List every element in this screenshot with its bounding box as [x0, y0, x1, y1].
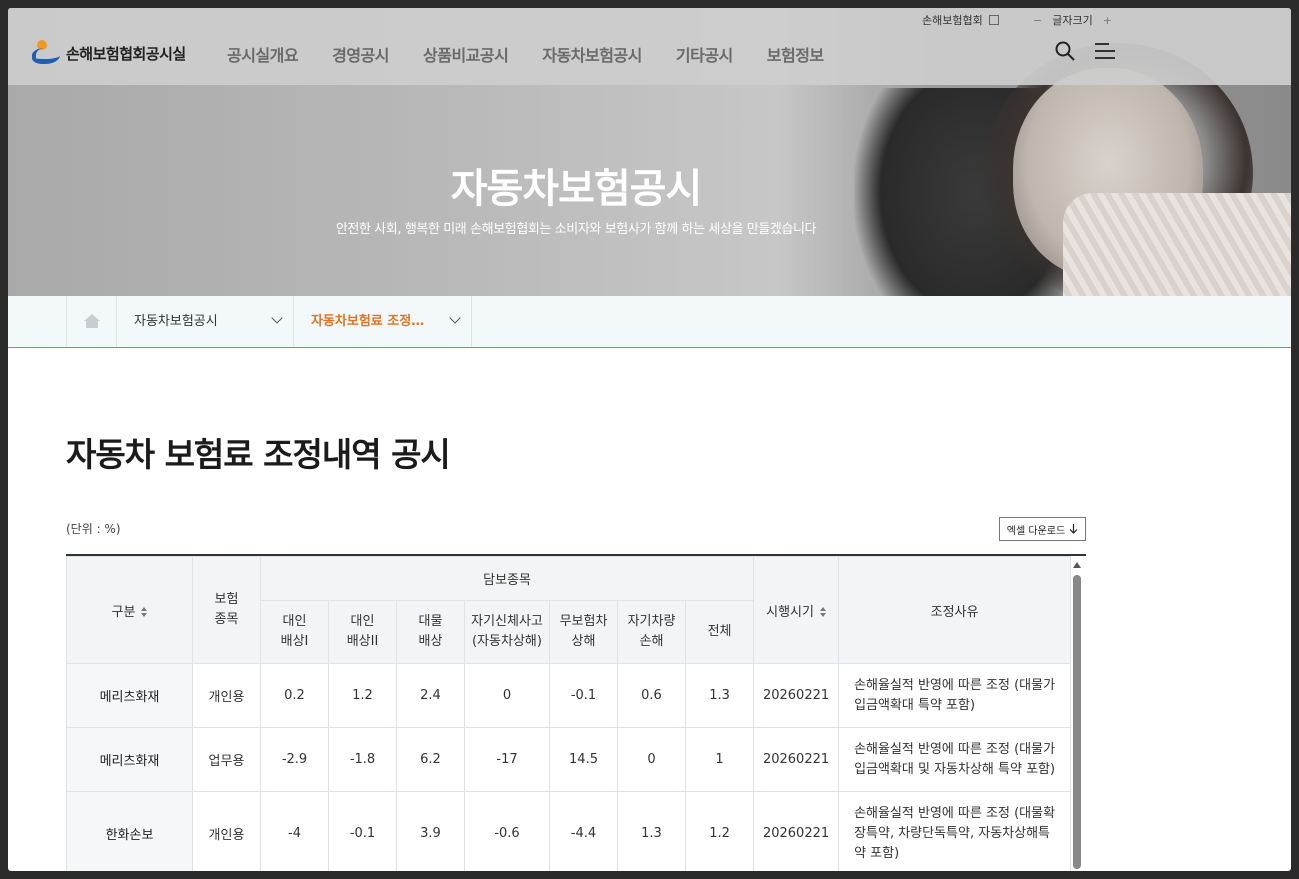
header-reason: 조정사유 [838, 556, 1072, 664]
hero-title: 자동차보험공시 [450, 166, 703, 212]
cell-bodily2: -0.1 [328, 791, 397, 871]
header-total: 전체 [684, 600, 755, 664]
cell-self-injury: -17 [464, 727, 550, 792]
sort-icon[interactable] [141, 607, 148, 617]
header-coverage-group: 담보종목 [259, 556, 755, 601]
header-uninsured: 무보험차 상해 [549, 600, 618, 664]
cell-uninsured: -0.1 [549, 663, 618, 728]
cell-effective-date: 20260221 [753, 791, 840, 871]
breadcrumb-level1-label: 자동차보험공시 [134, 314, 218, 329]
logo-icon [32, 40, 62, 66]
cell-effective-date: 20260221 [753, 663, 840, 728]
main-nav: 공시실개요 경영공시 상품비교공시 자동차보험공시 기타공시 보험정보 [227, 42, 858, 66]
header-bodily2: 대인 배상II [328, 600, 397, 664]
search-icon[interactable] [1055, 41, 1075, 61]
download-icon [1069, 524, 1078, 534]
cell-uninsured: -4.4 [549, 791, 618, 871]
cell-bodily1: -4 [260, 791, 329, 871]
header-bar: 손해보험협회 − 글자크기 + 손해보험협회공시실 공시실개요 경영공시 상품비교공… [8, 8, 1291, 85]
nav-item-overview[interactable]: 공시실개요 [227, 42, 299, 66]
cell-reason: 손해율실적 반영에 따른 조정 (대물확장특약, 차량단독특약, 자동차상해특약… [838, 791, 1072, 871]
cell-reason: 손해율실적 반영에 따른 조정 (대물가입금액확대 특약 포함) [838, 663, 1072, 728]
cell-uninsured: 14.5 [549, 727, 618, 792]
page-title: 자동차 보험료 조정내역 공시 [66, 435, 451, 474]
rate-table-container: 구분 보험 종목 담보종목 시행시기 조정사유 대인 배상I 대인 배상II 대물 배상… [66, 554, 1086, 871]
font-decrease-button[interactable]: − [1033, 14, 1042, 27]
cell-company: 메리츠화재 [66, 663, 193, 728]
breadcrumb-dropdown-level2[interactable]: 자동차보험료 조정… [294, 296, 472, 347]
nav-item-auto-insurance[interactable]: 자동차보험공시 [542, 42, 642, 66]
cell-effective-date: 20260221 [753, 727, 840, 792]
cell-reason: 손해율실적 반영에 따른 조정 (대물가입금액확대 및 자동차상해 특약 포함) [838, 727, 1072, 792]
cell-own-vehicle: 0.6 [617, 663, 686, 728]
font-increase-button[interactable]: + [1103, 14, 1112, 27]
table-row: 한화손보 개인용 -4 -0.1 3.9 -0.6 -4.4 1.3 1.2 2… [66, 791, 1072, 871]
cell-self-injury: 0 [464, 663, 550, 728]
header-self-injury: 자기신체사고 (자동차상해) [464, 600, 550, 664]
nav-item-management[interactable]: 경영공시 [332, 42, 389, 66]
menu-icon[interactable] [1095, 43, 1115, 59]
cell-bodily2: 1.2 [328, 663, 397, 728]
scroll-up-icon[interactable] [1073, 562, 1081, 568]
font-size-label: 글자크기 [1052, 14, 1093, 27]
chevron-down-icon [449, 312, 461, 324]
excel-download-button[interactable]: 엑셀 다운로드 [999, 517, 1086, 541]
cell-own-vehicle: 1.3 [617, 791, 686, 871]
header-own-vehicle: 자기차량 손해 [617, 600, 686, 664]
chevron-down-icon [271, 312, 283, 324]
breadcrumb: 자동차보험공시 자동차보험료 조정… [8, 296, 1291, 348]
header-kind: 보험 종목 [192, 556, 261, 664]
breadcrumb-level2-label: 자동차보험료 조정… [311, 314, 425, 329]
cell-own-vehicle: 0 [617, 727, 686, 792]
cell-bodily1: 0.2 [260, 663, 329, 728]
cell-bodily2: -1.8 [328, 727, 397, 792]
cell-kind: 개인용 [192, 791, 261, 871]
logo-text: 손해보험협회공시실 [66, 44, 186, 63]
table-row: 메리츠화재 개인용 0.2 1.2 2.4 0 -0.1 0.6 1.3 202… [66, 663, 1072, 728]
unit-label: (단위 : %) [66, 522, 121, 536]
site-logo[interactable]: 손해보험협회공시실 [32, 40, 186, 66]
header-property: 대물 배상 [396, 600, 465, 664]
hero-subtitle: 안전한 사회, 행복한 미래 손해보험협회는 소비자와 보험사가 함께 하는 세… [335, 222, 817, 237]
header-division[interactable]: 구분 [66, 556, 193, 664]
cell-kind: 업무용 [192, 727, 261, 792]
cell-total: 1 [684, 727, 755, 792]
nav-item-other[interactable]: 기타공시 [676, 42, 733, 66]
cell-property: 6.2 [396, 727, 465, 792]
table-row: 메리츠화재 업무용 -2.9 -1.8 6.2 -17 14.5 0 1 202… [66, 727, 1072, 792]
cell-total: 1.2 [684, 791, 755, 871]
nav-item-product-compare[interactable]: 상품비교공시 [423, 42, 509, 66]
cell-company: 한화손보 [66, 791, 193, 871]
cell-self-injury: -0.6 [464, 791, 550, 871]
cell-property: 2.4 [396, 663, 465, 728]
sort-icon[interactable] [819, 607, 826, 617]
cell-bodily1: -2.9 [260, 727, 329, 792]
rate-table: 구분 보험 종목 담보종목 시행시기 조정사유 대인 배상I 대인 배상II 대물 배상… [66, 556, 1072, 871]
scrollbar-thumb[interactable] [1073, 575, 1081, 869]
font-size-control: − 글자크기 + [1033, 12, 1112, 28]
excel-download-label: 엑셀 다운로드 [1006, 525, 1066, 537]
cell-company: 메리츠화재 [66, 727, 193, 792]
browser-viewport: 손해보험협회 − 글자크기 + 손해보험협회공시실 공시실개요 경영공시 상품비교공… [8, 8, 1291, 871]
header-bodily1: 대인 배상I [260, 600, 329, 664]
association-link-label: 손해보험협회 [922, 14, 983, 27]
external-link-icon [988, 15, 999, 25]
table-scrollbar[interactable] [1072, 558, 1082, 871]
cell-kind: 개인용 [192, 663, 261, 728]
cell-total: 1.3 [684, 663, 755, 728]
nav-item-insurance-info[interactable]: 보험정보 [767, 42, 824, 66]
cell-property: 3.9 [396, 791, 465, 871]
home-button[interactable] [66, 296, 117, 347]
hero-banner: 손해보험협회 − 글자크기 + 손해보험협회공시실 공시실개요 경영공시 상품비교공… [8, 8, 1291, 296]
header-effective-date[interactable]: 시행시기 [753, 556, 840, 664]
home-icon [84, 314, 100, 328]
association-link[interactable]: 손해보험협회 [922, 12, 999, 28]
breadcrumb-dropdown-level1[interactable]: 자동차보험공시 [117, 296, 294, 347]
